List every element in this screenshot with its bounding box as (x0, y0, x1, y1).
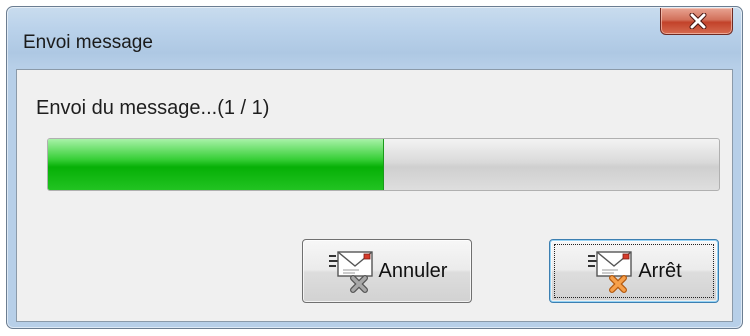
mail-cancel-icon (328, 251, 373, 293)
mail-stop-icon (588, 251, 633, 293)
status-text: Envoi du message...(1 / 1) (36, 97, 270, 119)
send-progress-bar (47, 138, 720, 191)
close-icon (689, 13, 707, 29)
progress-fill (48, 139, 384, 190)
stop-button[interactable]: Arrêt (549, 239, 719, 303)
window-title: Envoi message (23, 32, 153, 53)
cancel-label: Annuler (378, 259, 448, 282)
stop-label: Arrêt (638, 259, 682, 282)
cancel-button[interactable]: Annuler (302, 239, 472, 303)
close-button[interactable] (660, 8, 733, 35)
